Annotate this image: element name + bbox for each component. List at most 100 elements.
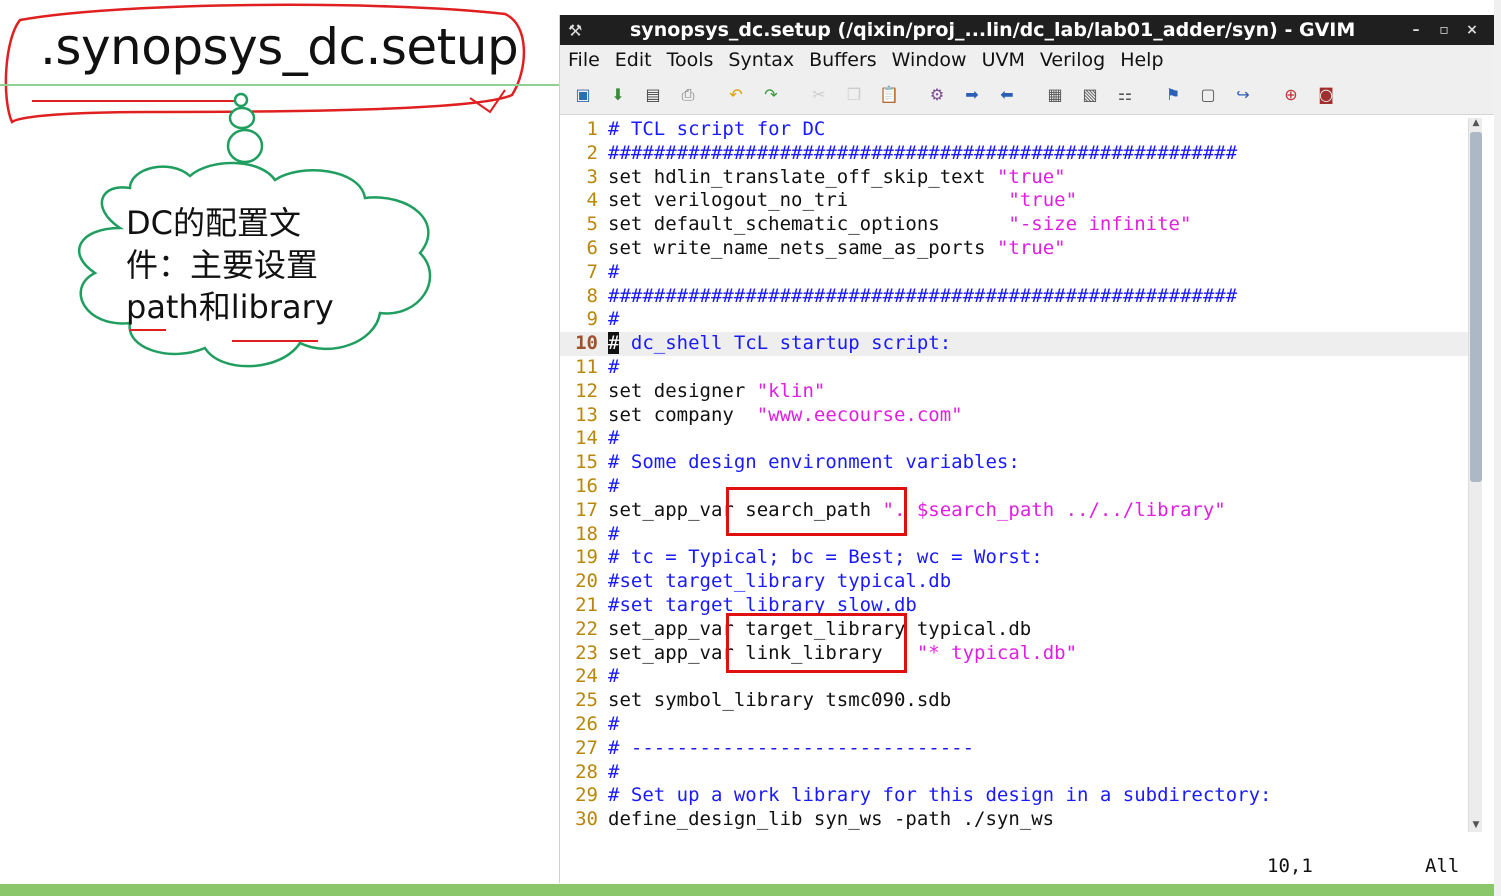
code-line[interactable]: 17 set_app_var search_path ". $search_pat… — [560, 499, 1470, 523]
toolbar: ▣ ⬇ ▤ ⎙ ↶ ↷ ✂ ❐ 📋 ⚙ ➡ ⬅ ▦ ▧ ⚏ ⚑ ▢ ↪ ⊕ ◙ — [560, 75, 1494, 115]
code-line[interactable]: 27 # ------------------------------ — [560, 737, 1470, 761]
scroll-down-arrow-icon[interactable]: ▼ — [1469, 820, 1483, 832]
code-line[interactable]: 18 # — [560, 523, 1470, 547]
code-line[interactable]: 20 #set target_library typical.db — [560, 570, 1470, 594]
code-line[interactable]: 15 # Some design environment variables: — [560, 451, 1470, 475]
help-icon[interactable]: ⊕ — [1276, 82, 1306, 108]
code-line[interactable]: 25 set symbol_library tsmc090.sdb — [560, 689, 1470, 713]
code-line[interactable]: 26 # — [560, 713, 1470, 737]
code-line[interactable]: 6 set write_name_nets_same_as_ports "true… — [560, 237, 1470, 261]
line-number: 8 — [586, 284, 598, 307]
line-number: 1 — [586, 118, 598, 140]
code-line[interactable]: 8 #######################################… — [560, 285, 1470, 309]
vertical-scrollbar[interactable]: ▲ ▼ — [1468, 118, 1482, 832]
line-number: 23 — [575, 641, 598, 664]
open-icon[interactable]: ▣ — [568, 82, 598, 108]
copy-icon[interactable]: ❐ — [839, 82, 869, 108]
load-session-icon[interactable]: ▦ — [1040, 82, 1070, 108]
find-help-icon[interactable]: ◙ — [1311, 82, 1341, 108]
find-prev-icon[interactable]: ⬅ — [992, 82, 1022, 108]
code-token: # — [608, 427, 620, 450]
shell-icon[interactable]: ▢ — [1193, 82, 1223, 108]
cloud-line-3: path和library — [126, 288, 334, 326]
code-line[interactable]: 11 # — [560, 356, 1470, 380]
find-replace-icon[interactable]: ⚙ — [922, 82, 952, 108]
code-line[interactable]: 7 # — [560, 261, 1470, 285]
code-line[interactable]: 3 set hdlin_translate_off_skip_text "true… — [560, 166, 1470, 190]
code-line[interactable]: 24 # — [560, 665, 1470, 689]
line-number: 12 — [575, 379, 598, 402]
menu-edit[interactable]: Edit — [615, 49, 652, 71]
window-title: synopsys_dc.setup (/qixin/proj_...lin/dc… — [630, 19, 1356, 41]
save-icon[interactable]: ⬇ — [603, 82, 633, 108]
code-line[interactable]: 16 # — [560, 475, 1470, 499]
gvim-window: ⚒ synopsys_dc.setup (/qixin/proj_...lin/… — [559, 15, 1494, 883]
editor-text-area[interactable]: 1 # TCL script for DC 2 ###################… — [560, 118, 1470, 838]
line-number: 14 — [575, 427, 598, 450]
print-icon[interactable]: ⎙ — [673, 82, 703, 108]
maximize-button[interactable]: ▫ — [1430, 22, 1458, 38]
line-number: 10 — [575, 332, 598, 355]
code-token: # Set up a work library for this design … — [608, 784, 1272, 807]
menu-window[interactable]: Window — [892, 49, 967, 71]
code-line[interactable]: 29 # Set up a work library for this desig… — [560, 784, 1470, 808]
redo-icon[interactable]: ↷ — [756, 82, 786, 108]
line-number: 29 — [575, 784, 598, 807]
scrollbar-thumb[interactable] — [1470, 132, 1482, 482]
gvim-app-icon[interactable]: ⚒ — [568, 21, 588, 40]
code-line[interactable]: 4 set verilogout_no_tri "true" — [560, 189, 1470, 213]
line-number: 30 — [575, 808, 598, 831]
code-line[interactable]: 13 set company "www.eecourse.com" — [560, 404, 1470, 428]
code-line[interactable]: 14 # — [560, 427, 1470, 451]
line-number: 28 — [575, 760, 598, 783]
make-icon[interactable]: ⚑ — [1158, 82, 1188, 108]
menu-syntax[interactable]: Syntax — [728, 49, 794, 71]
line-number: 27 — [575, 736, 598, 759]
code-token: ########################################… — [608, 284, 1238, 307]
close-button[interactable]: × — [1458, 22, 1486, 38]
code-token: # ------------------------------ — [608, 736, 975, 759]
code-token: set hdlin_translate_off_skip_text — [608, 165, 997, 188]
code-token: set company — [608, 403, 757, 426]
code-token: "true" — [996, 236, 1066, 259]
menu-file[interactable]: File — [568, 49, 600, 71]
menu-uvm[interactable]: UVM — [982, 49, 1025, 71]
find-next-icon[interactable]: ➡ — [957, 82, 987, 108]
line-number: 4 — [586, 189, 598, 212]
run-script-icon[interactable]: ⚏ — [1110, 82, 1140, 108]
bottom-strip — [0, 884, 1501, 896]
code-line[interactable]: 10 # dc_shell TcL startup script: — [560, 332, 1470, 356]
code-token: # — [608, 522, 620, 545]
line-number: 25 — [575, 689, 598, 712]
line-number: 22 — [575, 617, 598, 640]
text-cursor: # — [608, 332, 620, 355]
code-token: # — [608, 665, 620, 688]
paste-icon[interactable]: 📋 — [874, 82, 904, 108]
line-number: 3 — [586, 165, 598, 188]
scroll-up-arrow-icon[interactable]: ▲ — [1469, 118, 1483, 130]
undo-icon[interactable]: ↶ — [721, 82, 751, 108]
cut-icon[interactable]: ✂ — [804, 82, 834, 108]
code-line[interactable]: 1 # TCL script for DC — [560, 118, 1470, 142]
save-session-icon[interactable]: ▧ — [1075, 82, 1105, 108]
code-token: set designer — [608, 379, 757, 402]
code-line[interactable]: 28 # — [560, 761, 1470, 785]
menu-tools[interactable]: Tools — [667, 49, 714, 71]
code-line[interactable]: 19 # tc = Typical; bc = Best; wc = Worst: — [560, 546, 1470, 570]
line-number: 20 — [575, 570, 598, 593]
save-all-icon[interactable]: ▤ — [638, 82, 668, 108]
code-line[interactable]: 21 #set target_library slow.db — [560, 594, 1470, 618]
code-line[interactable]: 30 define_design_lib syn_ws -path ./syn_w… — [560, 808, 1470, 832]
code-line[interactable]: 12 set designer "klin" — [560, 380, 1470, 404]
menu-help[interactable]: Help — [1120, 49, 1163, 71]
code-line[interactable]: 22 set_app_var target_library typical.db — [560, 618, 1470, 642]
code-line[interactable]: 5 set default_schematic_options "-size in… — [560, 213, 1470, 237]
tags-icon[interactable]: ↪ — [1228, 82, 1258, 108]
menu-verilog[interactable]: Verilog — [1040, 49, 1105, 71]
code-line[interactable]: 9 # — [560, 308, 1470, 332]
menu-buffers[interactable]: Buffers — [809, 49, 877, 71]
code-line[interactable]: 23 set_app_var link_library "* typical.db… — [560, 642, 1470, 666]
minimize-button[interactable]: – — [1402, 22, 1430, 38]
highlight-target-link-library — [726, 613, 907, 673]
code-line[interactable]: 2 #######################################… — [560, 142, 1470, 166]
